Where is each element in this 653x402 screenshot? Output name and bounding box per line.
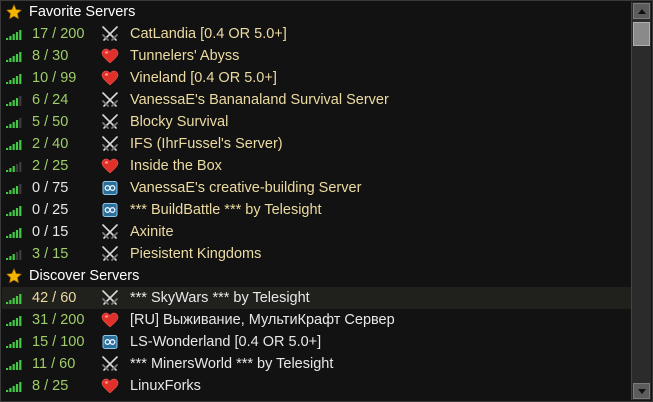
- signal-strength-icon: [6, 184, 22, 194]
- swords-icon: [102, 246, 118, 261]
- server-name: Blocky Survival: [130, 114, 229, 130]
- server-row[interactable]: 31 / 200 [RU] Выживание, МультиКрафт Серв…: [2, 309, 631, 331]
- player-count: 5 / 50: [32, 114, 69, 130]
- section-header: Discover Servers: [2, 265, 631, 287]
- player-count: 8 / 30: [32, 48, 69, 64]
- server-row[interactable]: 42 / 60 *** SkyWars *** by Telesight: [2, 287, 631, 309]
- swords-icon: [102, 224, 118, 239]
- server-name: VanessaE's creative-building Server: [130, 180, 362, 196]
- server-row[interactable]: 10 / 99 Vineland [0.4 OR 5.0+]: [2, 67, 631, 89]
- signal-strength-icon: [6, 52, 22, 62]
- signal-strength-icon: [6, 74, 22, 84]
- swords-icon: [102, 26, 118, 41]
- signal-strength-icon: [6, 206, 22, 216]
- creative-icon: [102, 203, 118, 217]
- vertical-scrollbar[interactable]: [631, 2, 651, 400]
- chevron-down-icon: [638, 389, 646, 394]
- server-row[interactable]: 8 / 25 LinuxForks: [2, 375, 631, 397]
- server-name: [RU] Выживание, МультиКрафт Сервер: [130, 312, 395, 328]
- heart-icon: [101, 378, 119, 394]
- scroll-thumb[interactable]: [633, 22, 650, 46]
- creative-icon: [102, 335, 118, 349]
- server-name: LS-Wonderland [0.4 OR 5.0+]: [130, 334, 322, 350]
- signal-strength-icon: [6, 338, 22, 348]
- signal-strength-icon: [6, 228, 22, 238]
- player-count: 2 / 40: [32, 136, 69, 152]
- signal-strength-icon: [6, 96, 22, 106]
- heart-icon: [101, 48, 119, 64]
- scroll-down-button[interactable]: [633, 383, 650, 399]
- player-count: 10 / 99: [32, 70, 77, 86]
- server-row[interactable]: 2 / 40 IFS (IhrFussel's Server): [2, 133, 631, 155]
- signal-strength-icon: [6, 118, 22, 128]
- server-list[interactable]: Favorite Servers 17 / 200 CatLandia [0.4 O…: [2, 1, 631, 401]
- player-count: 17 / 200: [32, 26, 85, 42]
- server-name: VanessaE's Bananaland Survival Server: [130, 92, 389, 108]
- server-name: CatLandia [0.4 OR 5.0+]: [130, 26, 287, 42]
- swords-icon: [102, 356, 118, 371]
- swords-icon: [102, 290, 118, 305]
- player-count: 31 / 200: [32, 312, 85, 328]
- player-count: 0 / 15: [32, 224, 69, 240]
- scroll-up-button[interactable]: [633, 3, 650, 19]
- signal-strength-icon: [6, 382, 22, 392]
- server-row[interactable]: 3 / 15 Piesistent Kingdoms: [2, 243, 631, 265]
- creative-icon: [102, 181, 118, 195]
- server-row[interactable]: 2 / 25 Inside the Box: [2, 155, 631, 177]
- player-count: 3 / 15: [32, 246, 69, 262]
- server-name: IFS (IhrFussel's Server): [130, 136, 283, 152]
- server-row[interactable]: 11 / 60 *** MinersWorld *** by Telesight: [2, 353, 631, 375]
- server-name: *** SkyWars *** by Telesight: [130, 290, 310, 306]
- player-count: 42 / 60: [32, 290, 77, 306]
- signal-strength-icon: [6, 360, 22, 370]
- server-name: *** BuildBattle *** by Telesight: [130, 202, 322, 218]
- server-name: Piesistent Kingdoms: [130, 246, 262, 262]
- server-row[interactable]: 5 / 50 Blocky Survival: [2, 111, 631, 133]
- server-row[interactable]: 17 / 200 CatLandia [0.4 OR 5.0+]: [2, 23, 631, 45]
- star-icon: [6, 4, 22, 20]
- server-row[interactable]: 0 / 15 Axinite: [2, 221, 631, 243]
- server-name: Vineland [0.4 OR 5.0+]: [130, 70, 277, 86]
- server-name: Tunnelers' Abyss: [130, 48, 240, 64]
- server-list-window: Favorite Servers 17 / 200 CatLandia [0.4 O…: [0, 0, 653, 402]
- star-icon: [6, 268, 22, 284]
- signal-strength-icon: [6, 140, 22, 150]
- heart-icon: [101, 312, 119, 328]
- player-count: 11 / 60: [32, 356, 76, 372]
- server-row[interactable]: 0 / 75 VanessaE's creative-building Serve…: [2, 177, 631, 199]
- section-title: Discover Servers: [29, 268, 140, 284]
- swords-icon: [102, 114, 118, 129]
- swords-icon: [102, 92, 118, 107]
- server-name: *** MinersWorld *** by Telesight: [130, 356, 334, 372]
- player-count: 0 / 75: [32, 180, 69, 196]
- chevron-up-icon: [638, 9, 646, 14]
- player-count: 8 / 25: [32, 378, 69, 394]
- player-count: 6 / 24: [32, 92, 69, 108]
- server-name: LinuxForks: [130, 378, 201, 394]
- player-count: 15 / 100: [32, 334, 85, 350]
- signal-strength-icon: [6, 316, 22, 326]
- section-title: Favorite Servers: [29, 4, 136, 20]
- server-row[interactable]: 8 / 30 Tunnelers' Abyss: [2, 45, 631, 67]
- signal-strength-icon: [6, 294, 22, 304]
- server-row[interactable]: 15 / 100 LS-Wonderland [0.4 OR 5.0+]: [2, 331, 631, 353]
- heart-icon: [101, 158, 119, 174]
- signal-strength-icon: [6, 162, 22, 172]
- player-count: 2 / 25: [32, 158, 69, 174]
- player-count: 0 / 25: [32, 202, 69, 218]
- server-row[interactable]: 6 / 24 VanessaE's Bananaland Survival Ser…: [2, 89, 631, 111]
- signal-strength-icon: [6, 30, 22, 40]
- server-row[interactable]: 0 / 25 *** BuildBattle *** by Telesight: [2, 199, 631, 221]
- heart-icon: [101, 70, 119, 86]
- server-name: Axinite: [130, 224, 174, 240]
- swords-icon: [102, 136, 118, 151]
- section-header: Favorite Servers: [2, 1, 631, 23]
- server-name: Inside the Box: [130, 158, 222, 174]
- signal-strength-icon: [6, 250, 22, 260]
